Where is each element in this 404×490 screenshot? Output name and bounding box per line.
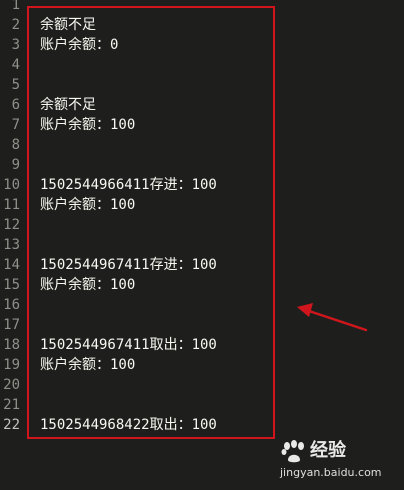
line-number: 19 [3, 357, 20, 373]
watermark-brand: 经验 [310, 440, 346, 461]
line-number: 18 [3, 337, 20, 353]
line-number: 14 [3, 257, 20, 273]
baidu-paw-icon [281, 440, 304, 463]
watermark-url: jingyan.baidu.com [280, 466, 382, 479]
line-number: 17 [3, 317, 20, 333]
line-number: 5 [11, 77, 20, 93]
line-number: 3 [11, 37, 20, 53]
line-number: 2 [11, 17, 20, 33]
line-number: 22 [3, 417, 20, 433]
watermark-logo: 经验 [280, 438, 392, 466]
line-number: 7 [11, 117, 20, 133]
line-number: 4 [11, 57, 20, 73]
line-number: 13 [3, 237, 20, 253]
line-number: 15 [3, 277, 20, 293]
line-number: 16 [3, 297, 20, 313]
line-number: 11 [3, 197, 20, 213]
line-number: 12 [3, 217, 20, 233]
watermark: 经验 jingyan.baidu.com [280, 438, 392, 482]
highlight-box [27, 6, 275, 439]
line-number: 10 [3, 177, 20, 193]
line-number: 1 [11, 0, 20, 13]
line-number: 6 [11, 97, 20, 113]
line-number: 8 [11, 137, 20, 153]
line-number: 9 [11, 157, 20, 173]
line-number: 21 [3, 397, 20, 413]
line-number: 20 [3, 377, 20, 393]
